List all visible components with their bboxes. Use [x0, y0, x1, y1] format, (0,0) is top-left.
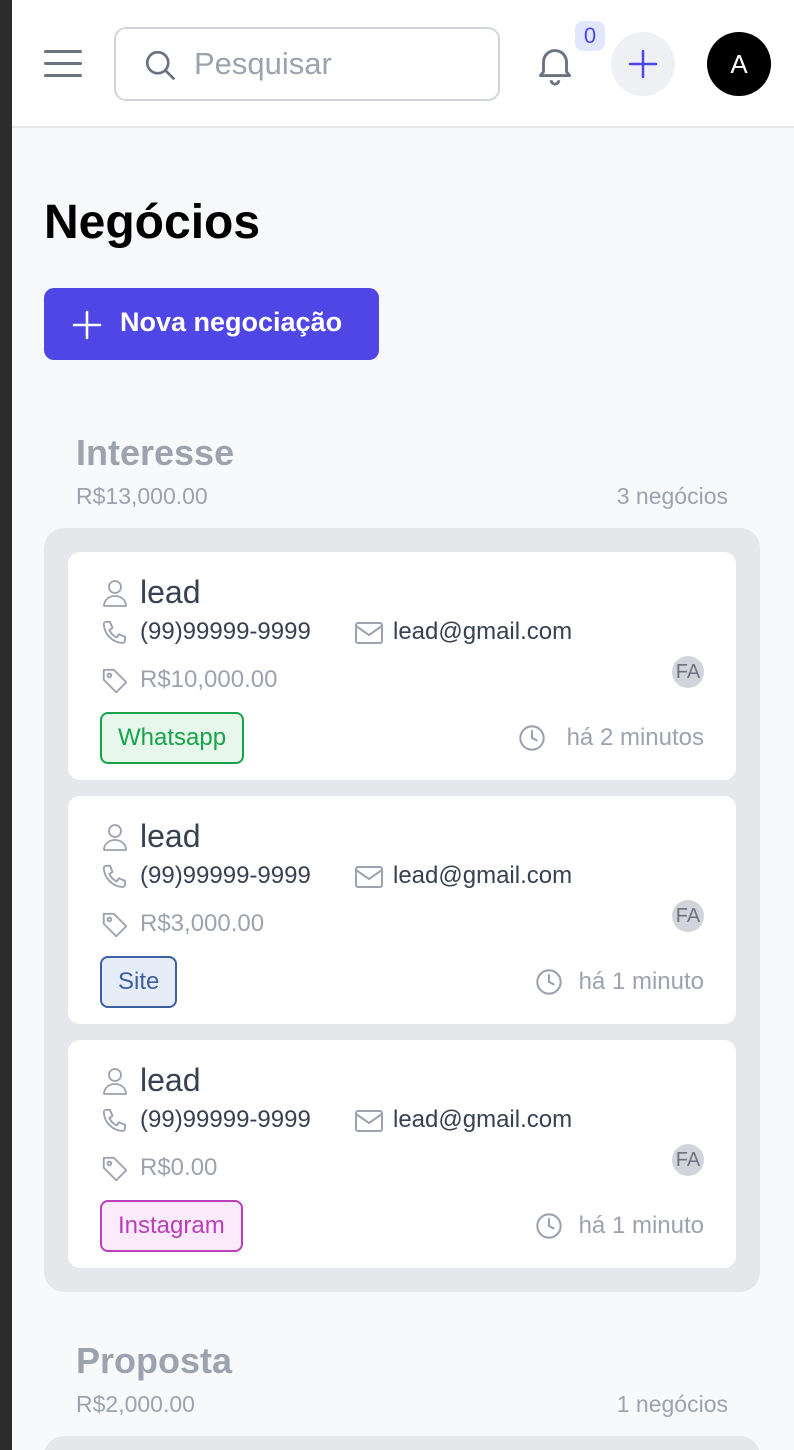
- deal-time: há 2 minutos: [566, 724, 704, 751]
- deal-contact-name: lead: [140, 574, 201, 610]
- deal-time: há 1 minuto: [578, 1212, 704, 1239]
- new-deal-label: Nova negociação: [120, 307, 343, 337]
- deal-contact-name: lead: [140, 818, 201, 854]
- person-icon: [103, 580, 127, 607]
- deal-card[interactable]: lead (99)99999-9999 lead@gmail.com R$3,0…: [68, 796, 736, 1024]
- deal-phone: (99)99999-9999: [140, 1106, 311, 1133]
- menu-icon[interactable]: [44, 50, 82, 78]
- clock-icon: [536, 969, 562, 995]
- mail-icon: [355, 866, 383, 888]
- app-window: 0 A Negócios Nova negociação Interesse R…: [12, 0, 794, 1450]
- person-icon: [103, 1068, 127, 1095]
- person-icon: [103, 824, 127, 851]
- tag-icon: [102, 1156, 128, 1182]
- deal-value: R$3,000.00: [140, 910, 265, 937]
- mail-icon: [355, 1110, 383, 1132]
- bell-icon[interactable]: [532, 40, 578, 88]
- source-badge: Instagram: [100, 1200, 243, 1252]
- user-avatar[interactable]: A: [707, 32, 771, 96]
- stage-title: Proposta: [76, 1340, 233, 1381]
- source-badge: Site: [100, 956, 178, 1008]
- notification-count-badge: 0: [575, 21, 605, 51]
- deal-card[interactable]: lead (99)99999-9999 lead@gmail.com R$0.0…: [68, 1040, 736, 1268]
- owner-avatar: FA: [672, 900, 704, 932]
- stage-count: 3 negócios: [616, 483, 728, 509]
- deal-value: R$10,000.00: [140, 666, 278, 693]
- tag-icon: [102, 668, 128, 694]
- plus-icon: [72, 310, 102, 340]
- top-bar: 0 A: [12, 0, 794, 128]
- deal-phone: (99)99999-9999: [140, 618, 311, 645]
- deal-email: lead@gmail.com: [393, 618, 573, 645]
- search-box[interactable]: [114, 27, 500, 101]
- page-title: Negócios: [44, 196, 261, 249]
- clock-icon: [519, 725, 545, 751]
- search-icon: [145, 50, 175, 80]
- deal-contact-name: lead: [140, 1062, 201, 1098]
- stage-total: R$2,000.00: [76, 1391, 195, 1417]
- deal-card[interactable]: lead (99)99999-9999 lead@gmail.com R$10,…: [68, 552, 736, 780]
- deal-email: lead@gmail.com: [393, 862, 573, 889]
- tag-icon: [102, 912, 128, 938]
- search-input[interactable]: [194, 43, 484, 85]
- quick-add-button[interactable]: [611, 32, 675, 96]
- deal-value: R$0.00: [140, 1154, 218, 1181]
- source-badge: Whatsapp: [100, 712, 245, 764]
- clock-icon: [536, 1213, 562, 1239]
- phone-icon: [102, 620, 126, 644]
- mail-icon: [355, 622, 383, 644]
- plus-icon: [628, 49, 658, 79]
- owner-avatar: FA: [672, 656, 704, 688]
- phone-icon: [102, 1108, 126, 1132]
- owner-avatar: FA: [672, 1144, 704, 1176]
- new-deal-button[interactable]: Nova negociação: [44, 288, 379, 360]
- deal-email: lead@gmail.com: [393, 1106, 573, 1133]
- stage-title: Interesse: [76, 432, 235, 473]
- deal-time: há 1 minuto: [578, 968, 704, 995]
- stage-total: R$13,000.00: [76, 483, 208, 509]
- deal-phone: (99)99999-9999: [140, 862, 311, 889]
- stage-column: [44, 1436, 760, 1450]
- stage-count: 1 negócios: [616, 1391, 728, 1417]
- phone-icon: [102, 864, 126, 888]
